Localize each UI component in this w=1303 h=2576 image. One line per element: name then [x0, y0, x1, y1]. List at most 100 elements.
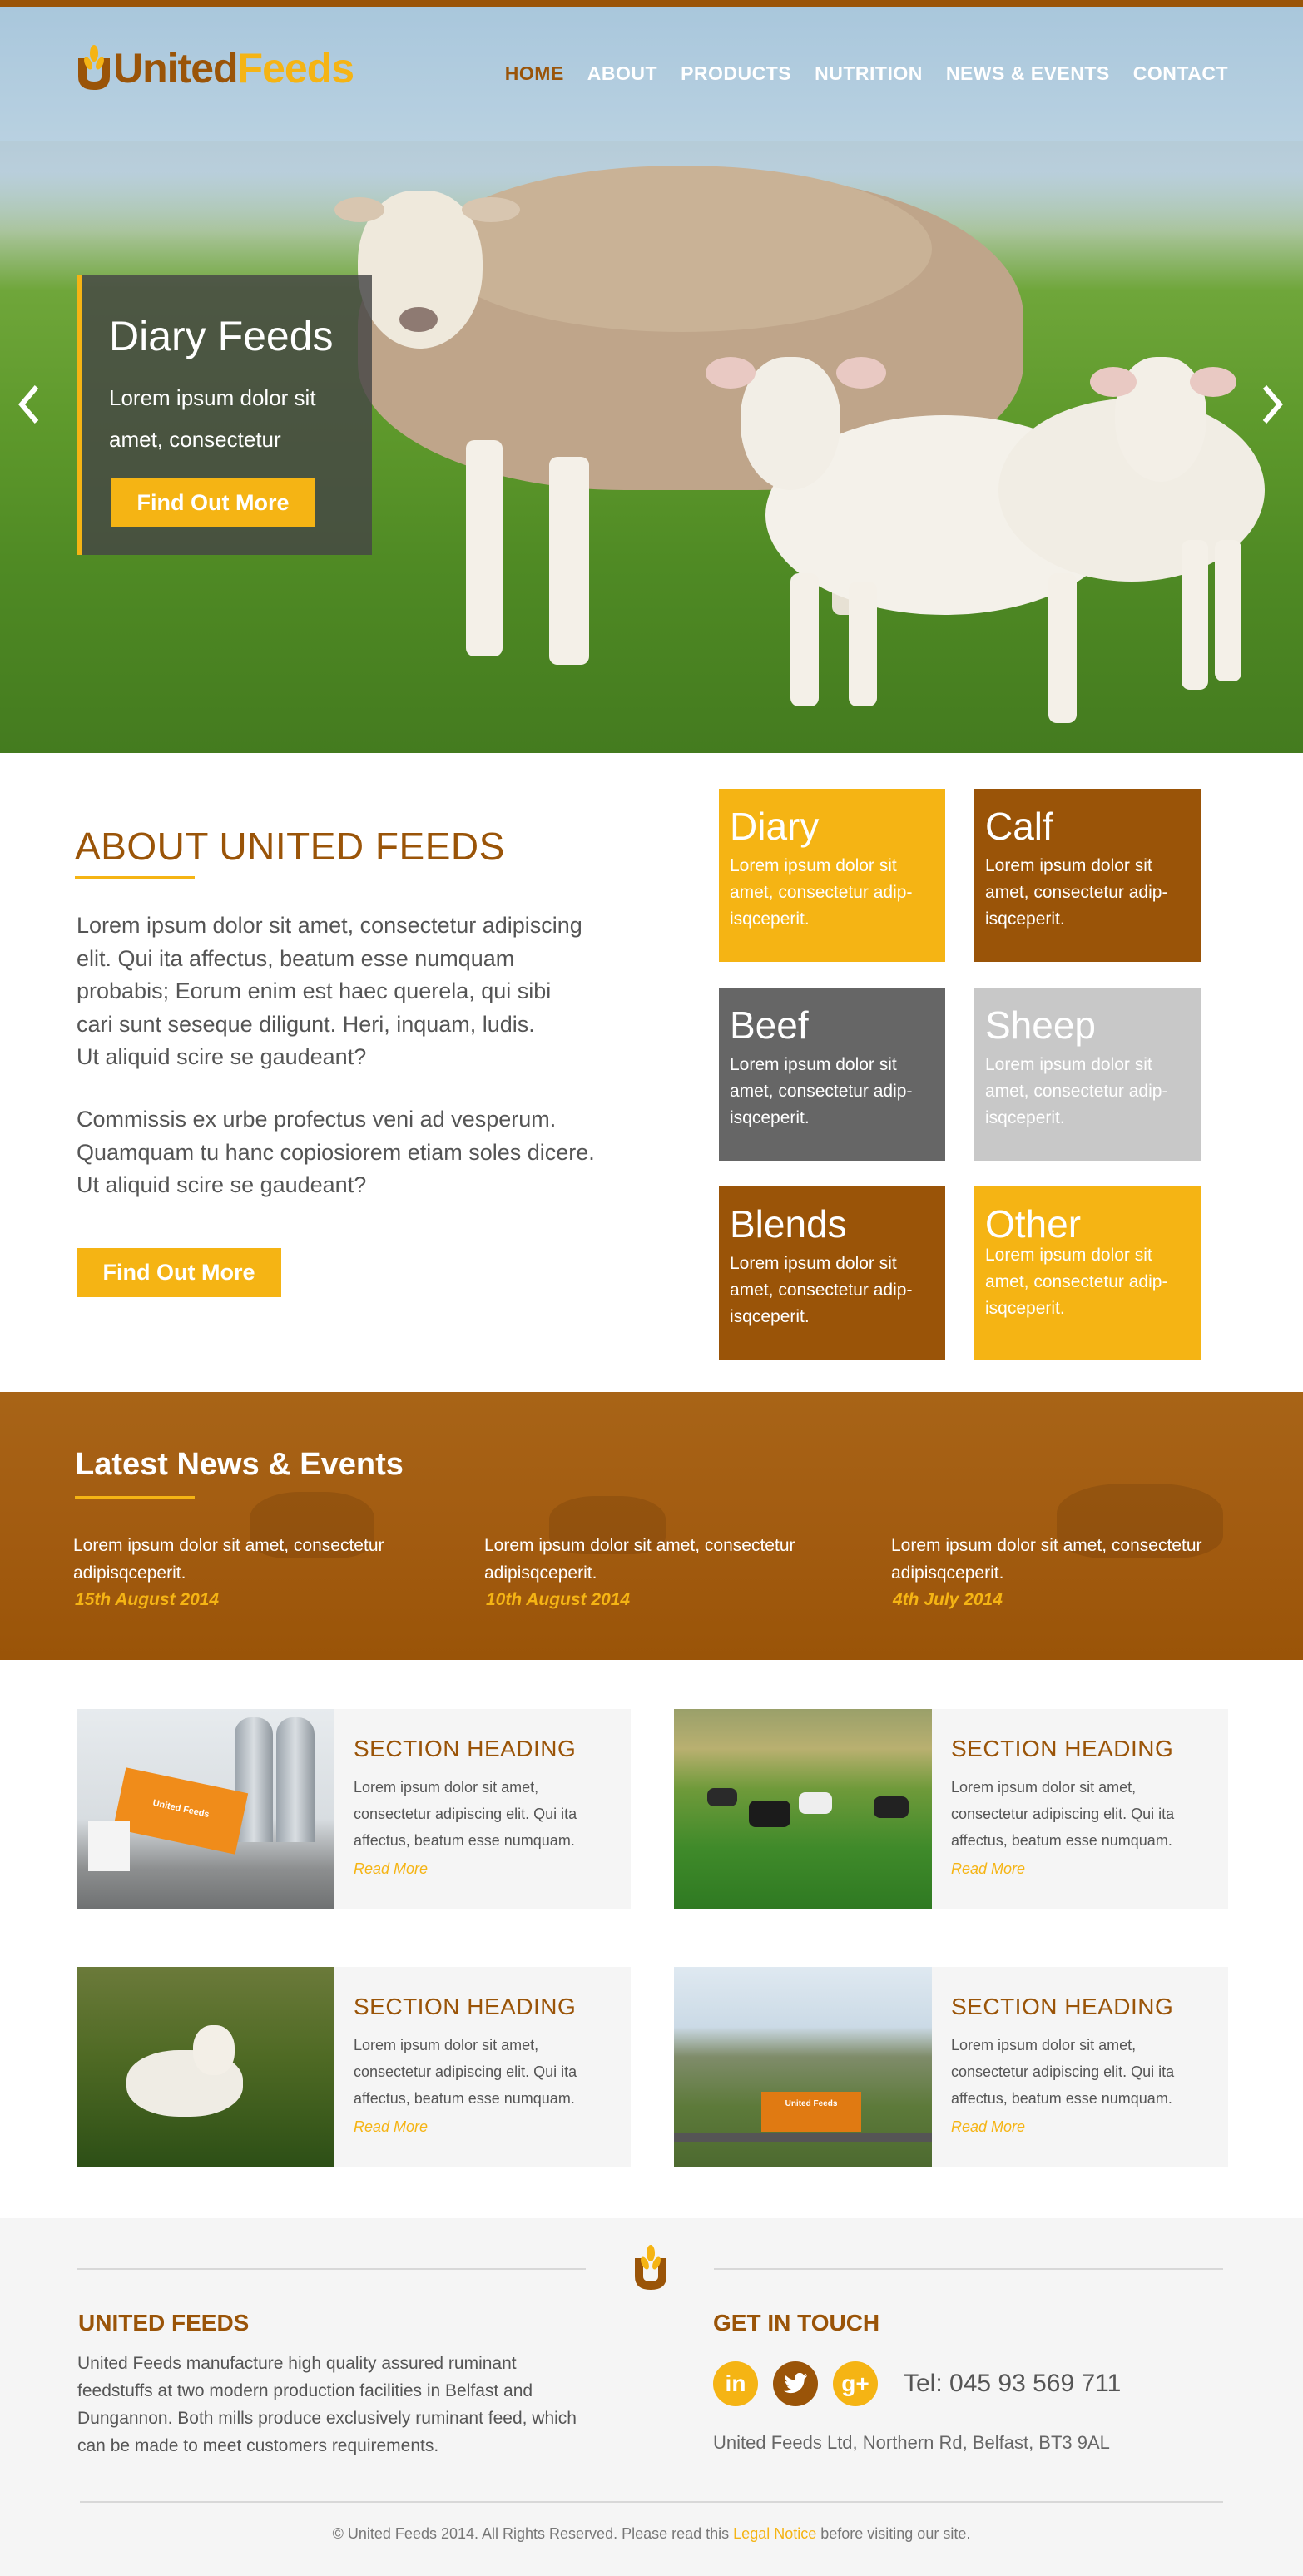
section-card-4: United Feeds SECTION HEADING Lorem ipsum… [674, 1967, 1228, 2167]
card-body: SECTION HEADING Lorem ipsum dolor sit am… [951, 1736, 1217, 1878]
slider-prev-arrow-icon[interactable] [17, 384, 43, 425]
road [674, 2133, 932, 2142]
cow [707, 1788, 737, 1806]
tile-text: Lorem ipsum dolor sit amet, consectetur … [730, 1054, 913, 1127]
tile-title: Diary [730, 805, 820, 848]
hero-find-out-more-button[interactable]: Find Out More [111, 478, 315, 527]
tile-title: Other [985, 1202, 1082, 1246]
copyright-post: before visiting our site. [816, 2525, 971, 2542]
tile-title: Blends [730, 1202, 847, 1246]
tile-title: Beef [730, 1003, 809, 1047]
card-read-more-link[interactable]: Read More [354, 2118, 620, 2136]
footer-about-title: UNITED FEEDS [78, 2310, 250, 2336]
tile-text: Lorem ipsum dolor sit amet, consectetur … [730, 855, 913, 929]
truck-trailer: United Feeds [112, 1767, 249, 1855]
footer-about-text: United Feeds manufacture high quality as… [77, 2354, 577, 2455]
news-item[interactable]: Lorem ipsum dolor sit amet, consectetur … [484, 1532, 842, 1610]
card-heading: SECTION HEADING [354, 1736, 577, 1761]
card-read-more-link[interactable]: Read More [354, 1860, 620, 1878]
footer-address: United Feeds Ltd, Northern Rd, Belfast, … [713, 2432, 1110, 2453]
logo-word-united: United [113, 45, 239, 92]
tile-text: Lorem ipsum dolor sit amet, consectetur … [985, 855, 1168, 929]
news-item[interactable]: Lorem ipsum dolor sit amet, consectetur … [73, 1532, 431, 1610]
news-item-date: 4th July 2014 [893, 1590, 1003, 1609]
section-card-3: SECTION HEADING Lorem ipsum dolor sit am… [77, 1967, 631, 2167]
about-find-out-more-button[interactable]: Find Out More [77, 1248, 281, 1297]
card-heading: SECTION HEADING [951, 1994, 1174, 2019]
main-nav: HOME ABOUT PRODUCTS NUTRITION NEWS & EVE… [505, 62, 1228, 85]
card-text: Lorem ipsum dolor sit amet, consectetur … [354, 1779, 577, 1849]
lamb-head [193, 2025, 235, 2075]
news-item-text: Lorem ipsum dolor sit amet, consectetur … [73, 1536, 384, 1583]
tile-title: Sheep [985, 1003, 1097, 1047]
cow [799, 1792, 832, 1814]
copyright-pre: © United Feeds 2014. All Rights Reserved… [332, 2525, 734, 2542]
card-body: SECTION HEADING Lorem ipsum dolor sit am… [951, 1994, 1217, 2136]
product-tile-diary[interactable]: Diary Lorem ipsum dolor sit amet, consec… [719, 789, 945, 962]
about-title: ABOUT UNITED FEEDS [75, 825, 505, 868]
footer-divider-left [77, 2268, 586, 2270]
footer-bottom-divider [80, 2501, 1223, 2503]
hero-slider: UnitedFeeds HOME ABOUT PRODUCTS NUTRITIO… [0, 7, 1303, 753]
linkedin-glyph: in [725, 2370, 746, 2396]
footer-phone[interactable]: Tel: 045 93 569 711 [904, 2370, 1121, 2398]
twitter-icon[interactable] [773, 2361, 818, 2406]
tile-text: Lorem ipsum dolor sit amet, consectetur … [985, 1245, 1168, 1318]
hero-title: Diary Feeds [109, 313, 334, 359]
site-footer: UNITED FEEDS United Feeds manufacture hi… [0, 2218, 1303, 2576]
about-title-underline [75, 876, 195, 879]
product-tile-beef[interactable]: Beef Lorem ipsum dolor sit amet, consect… [719, 988, 945, 1161]
site-logo[interactable]: UnitedFeeds [75, 39, 354, 97]
section-card-2: SECTION HEADING Lorem ipsum dolor sit am… [674, 1709, 1228, 1909]
google-plus-icon[interactable]: g+ [833, 2361, 878, 2406]
news-title-underline [75, 1496, 195, 1499]
product-tile-other[interactable]: Other Lorem ipsum dolor sit amet, consec… [974, 1186, 1201, 1360]
nav-contact[interactable]: CONTACT [1133, 62, 1228, 85]
top-accent-bar [0, 0, 1303, 7]
product-tile-sheep[interactable]: Sheep Lorem ipsum dolor sit amet, consec… [974, 988, 1201, 1161]
card-image-cows-field [674, 1709, 932, 1909]
google-plus-glyph: g+ [841, 2370, 869, 2396]
card-heading: SECTION HEADING [354, 1994, 577, 2019]
nav-nutrition[interactable]: NUTRITION [815, 62, 923, 85]
truck-label: United Feeds [151, 1798, 211, 1821]
news-item-date: 15th August 2014 [75, 1590, 220, 1609]
card-image-lamb [77, 1967, 334, 2167]
hero-text: Lorem ipsum dolor sit amet, consectetur [109, 385, 316, 452]
logo-wordmark: UnitedFeeds [113, 47, 354, 89]
copyright-text: © United Feeds 2014. All Rights Reserved… [0, 2525, 1303, 2543]
logo-word-feeds: Feeds [237, 45, 355, 92]
nav-about[interactable]: ABOUT [587, 62, 657, 85]
truck: United Feeds [761, 2092, 861, 2132]
footer-logo-icon [627, 2243, 674, 2293]
card-text: Lorem ipsum dolor sit amet, consectetur … [951, 1779, 1175, 1849]
card-body: SECTION HEADING Lorem ipsum dolor sit am… [354, 1994, 620, 2136]
legal-notice-link[interactable]: Legal Notice [733, 2525, 816, 2542]
nav-products[interactable]: PRODUCTS [681, 62, 791, 85]
card-read-more-link[interactable]: Read More [951, 1860, 1217, 1878]
card-body: SECTION HEADING Lorem ipsum dolor sit am… [354, 1736, 620, 1878]
footer-divider-right [714, 2268, 1223, 2270]
linkedin-icon[interactable]: in [713, 2361, 758, 2406]
news-item-text: Lorem ipsum dolor sit amet, consectetur … [891, 1536, 1202, 1583]
about-paragraph-2: Commissis ex urbe profectus veni ad vesp… [77, 1107, 595, 1197]
truck-cab [88, 1821, 130, 1871]
product-tile-blends[interactable]: Blends Lorem ipsum dolor sit amet, conse… [719, 1186, 945, 1360]
card-read-more-link[interactable]: Read More [951, 2118, 1217, 2136]
tile-title: Calf [985, 805, 1053, 848]
nav-home[interactable]: HOME [505, 62, 564, 85]
slider-next-arrow-icon[interactable] [1258, 384, 1285, 425]
card-image-feed-truck: United Feeds [77, 1709, 334, 1909]
tile-text: Lorem ipsum dolor sit amet, consectetur … [985, 1054, 1168, 1127]
nav-news-events[interactable]: NEWS & EVENTS [946, 62, 1110, 85]
about-paragraph-1: Lorem ipsum dolor sit amet, consectetur … [77, 913, 582, 1069]
news-section: Latest News & Events Lorem ipsum dolor s… [0, 1392, 1303, 1660]
truck-label: United Feeds [785, 2099, 838, 2108]
product-tile-calf[interactable]: Calf Lorem ipsum dolor sit amet, consect… [974, 789, 1201, 962]
news-item[interactable]: Lorem ipsum dolor sit amet, consectetur … [891, 1532, 1249, 1610]
cow [874, 1796, 909, 1818]
wheat-u-logo-icon [75, 43, 113, 93]
section-card-1: United Feeds SECTION HEADING Lorem ipsum… [77, 1709, 631, 1909]
hero-caption: Diary Feeds Lorem ipsum dolor sit amet, … [77, 275, 372, 555]
news-title: Latest News & Events [75, 1447, 404, 1482]
